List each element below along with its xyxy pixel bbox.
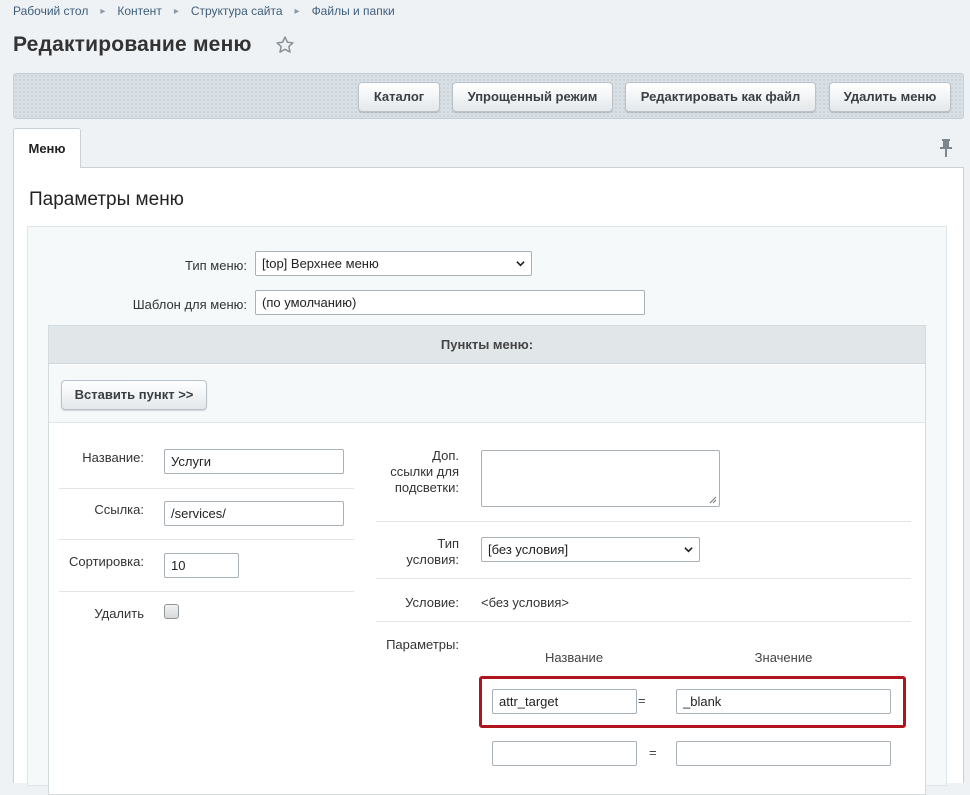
condition-label: Условие: — [405, 595, 459, 610]
extra-links-label-line: Доп. — [432, 448, 459, 463]
breadcrumb-desktop[interactable]: Рабочий стол — [13, 4, 88, 18]
menu-type-label: Тип меню: — [185, 258, 247, 273]
condition-type-label-line: условия: — [406, 552, 459, 567]
params-column-value: Значение — [754, 650, 813, 665]
param-equals: = — [649, 745, 657, 760]
extra-links-textarea[interactable] — [481, 450, 720, 507]
param-value-input[interactable] — [676, 741, 891, 766]
breadcrumb-files-folders[interactable]: Файлы и папки — [312, 4, 395, 18]
breadcrumb-content[interactable]: Контент — [117, 4, 161, 18]
params-column-name: Название — [544, 650, 604, 665]
params-label: Параметры: — [386, 637, 459, 652]
item-link-label: Ссылка: — [94, 502, 144, 517]
item-delete-checkbox[interactable] — [164, 604, 179, 619]
condition-type-value: [без условия] — [488, 542, 569, 557]
param-value-input[interactable]: _blank — [676, 689, 891, 714]
param-name-input[interactable]: attr_target — [492, 689, 637, 714]
param-equals: = — [638, 693, 646, 708]
item-name-label: Название: — [82, 450, 144, 465]
resize-grip-icon[interactable] — [709, 496, 717, 504]
condition-type-select[interactable]: [без условия] — [481, 537, 700, 562]
breadcrumb-separator-icon: ▸ — [173, 5, 179, 17]
divider — [59, 539, 354, 540]
divider — [376, 578, 911, 579]
menu-items-header: Пункты меню: — [49, 326, 925, 364]
divider — [376, 621, 911, 622]
item-sort-label: Сортировка: — [69, 554, 144, 569]
divider — [376, 521, 911, 522]
insert-item-button[interactable]: Вставить пункт >> — [61, 380, 207, 410]
divider — [59, 488, 354, 489]
item-delete-label: Удалить — [94, 606, 144, 621]
divider — [59, 591, 354, 592]
menu-params-form: Тип меню: [top] Верхнее меню Шаблон для … — [27, 226, 947, 795]
template-label: Шаблон для меню: — [132, 297, 247, 312]
breadcrumb: Рабочий стол ▸ Контент ▸ Структура сайта… — [13, 4, 395, 18]
pin-icon[interactable] — [940, 139, 952, 157]
extra-links-label: Доп. ссылки для подсветки: — [359, 448, 459, 496]
condition-type-label: Тип условия: — [359, 536, 459, 568]
condition-value: <без условия> — [481, 595, 570, 610]
tab-menu[interactable]: Меню — [13, 128, 81, 169]
breadcrumb-separator-icon: ▸ — [100, 5, 106, 17]
breadcrumb-separator-icon: ▸ — [294, 5, 300, 17]
menu-type-select[interactable]: [top] Верхнее меню — [255, 251, 532, 276]
chevron-down-icon — [516, 261, 525, 267]
menu-type-value: [top] Верхнее меню — [262, 256, 379, 271]
extra-links-label-line: подсветки: — [394, 480, 459, 495]
tab-bar: Меню — [13, 128, 964, 169]
delete-menu-button[interactable]: Удалить меню — [829, 82, 951, 112]
breadcrumb-site-structure[interactable]: Структура сайта — [191, 4, 283, 18]
toolbar: Каталог Упрощенный режим Редактировать к… — [13, 73, 964, 119]
condition-type-label-line: Тип — [437, 536, 459, 551]
menu-params-panel: Параметры меню Тип меню: [top] Верхнее м… — [13, 168, 964, 795]
item-sort-input[interactable]: 10 — [164, 553, 239, 578]
template-input[interactable]: (по умолчанию) — [255, 290, 645, 315]
section-title: Параметры меню — [29, 189, 184, 210]
item-name-input[interactable]: Услуги — [164, 449, 344, 474]
edit-as-file-button[interactable]: Редактировать как файл — [625, 82, 816, 112]
catalog-button[interactable]: Каталог — [358, 82, 440, 112]
extra-links-label-line: ссылки для — [390, 464, 459, 479]
simple-mode-button[interactable]: Упрощенный режим — [452, 82, 613, 112]
chevron-down-icon — [684, 547, 693, 553]
item-link-input[interactable]: /services/ — [164, 501, 344, 526]
menu-items-toolbar: Вставить пункт >> — [49, 365, 925, 423]
param-name-input[interactable] — [492, 741, 637, 766]
star-icon[interactable] — [275, 35, 295, 55]
page-title: Редактирование меню — [13, 33, 252, 56]
menu-items-block: Пункты меню: Вставить пункт >> Название:… — [48, 325, 926, 795]
